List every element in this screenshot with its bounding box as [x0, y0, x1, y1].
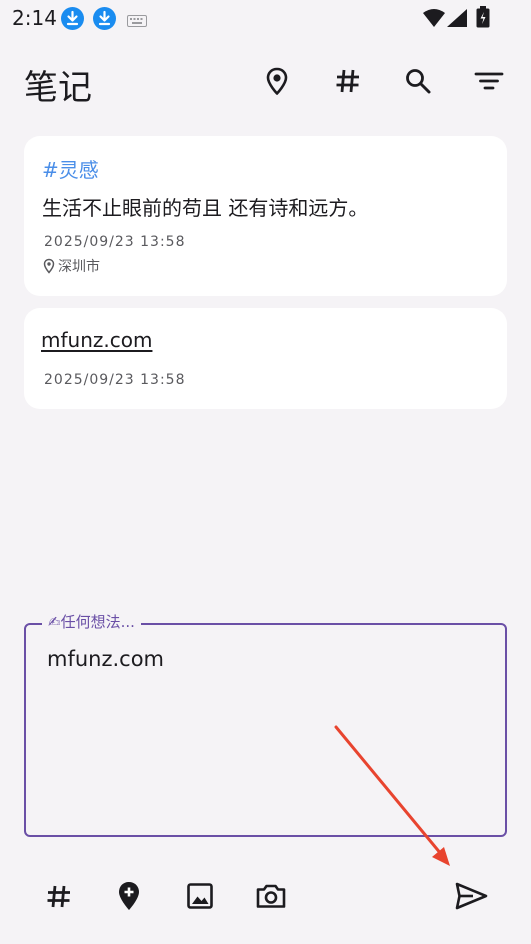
note-date: 2025/09/23 13:58 [44, 372, 186, 388]
battery-icon [476, 6, 490, 32]
filter-icon[interactable] [472, 64, 506, 98]
note-card[interactable]: #灵感 生活不止眼前的苟且 还有诗和远方。 2025/09/23 13:58 深… [24, 136, 507, 296]
status-bar: 2:14 [0, 0, 531, 36]
note-text: 生活不止眼前的苟且 还有诗和远方。 [42, 196, 369, 220]
note-input-value[interactable]: mfunz.com [47, 647, 164, 671]
image-icon[interactable] [182, 878, 218, 914]
note-input-label: ✍任何想法... [42, 611, 141, 632]
search-icon[interactable] [401, 64, 435, 98]
note-link[interactable]: mfunz.com [41, 328, 152, 352]
hashtag-icon[interactable] [41, 878, 77, 914]
hashtag-icon[interactable] [331, 64, 365, 98]
page-title: 笔记 [24, 68, 92, 108]
note-input[interactable]: ✍任何想法... mfunz.com [24, 611, 507, 837]
note-date: 2025/09/23 13:58 [44, 234, 186, 250]
download-icon [93, 7, 116, 30]
location-icon[interactable] [260, 64, 294, 98]
download-icon [61, 7, 84, 30]
note-card[interactable]: mfunz.com 2025/09/23 13:58 [24, 308, 507, 409]
keyboard-icon [127, 12, 147, 31]
wifi-icon [423, 8, 445, 32]
camera-icon[interactable] [253, 878, 289, 914]
note-location: 深圳市 [42, 256, 100, 276]
status-time: 2:14 [12, 6, 57, 30]
add-location-icon[interactable] [111, 878, 147, 914]
signal-icon [446, 8, 468, 32]
location-pin-icon [43, 258, 55, 274]
send-icon[interactable] [453, 878, 489, 914]
note-location-text: 深圳市 [58, 259, 100, 275]
note-tag[interactable]: #灵感 [42, 154, 99, 183]
